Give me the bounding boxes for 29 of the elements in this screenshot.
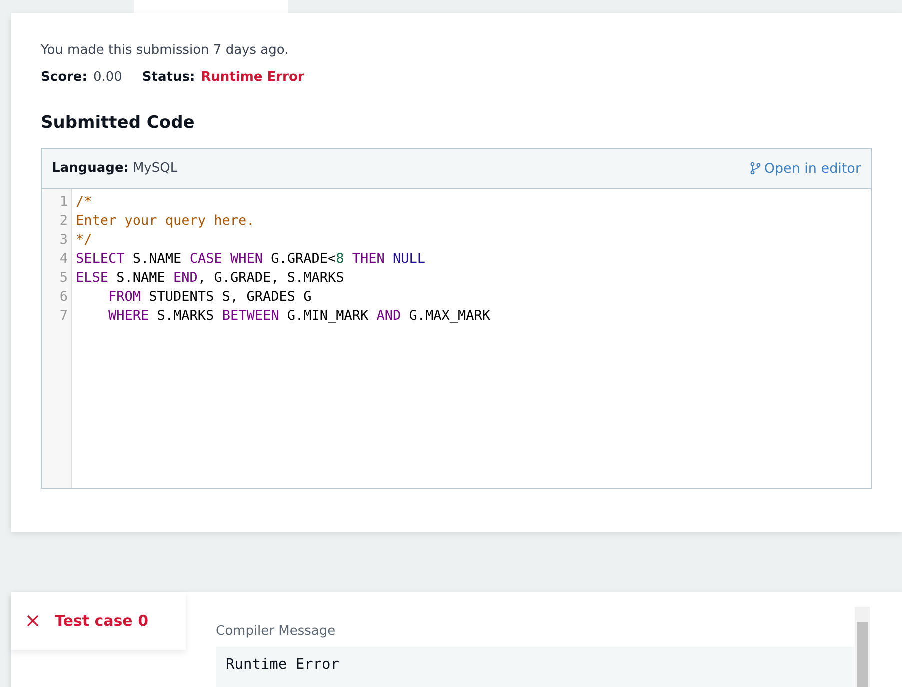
line-number: 7	[58, 307, 69, 326]
status-value: Runtime Error	[201, 70, 304, 85]
status-label: Status:	[142, 70, 196, 85]
line-number: 6	[58, 288, 69, 307]
section-title: Submitted Code	[41, 113, 196, 133]
submission-date-text: You made this submission 7 days ago.	[41, 43, 290, 58]
line-number: 2	[58, 212, 69, 231]
code-line: ELSE S.NAME END, G.GRADE, S.MARKS	[76, 269, 346, 288]
score-label: Score:	[41, 70, 88, 85]
line-number: 3	[58, 231, 69, 250]
open-in-editor-link[interactable]: Open in editor	[750, 160, 861, 176]
language-label: Language:	[52, 161, 129, 176]
compiler-message-output: Runtime Error	[216, 647, 854, 687]
line-number: 4	[58, 250, 69, 269]
code-line: Enter your query here.	[76, 212, 256, 231]
code-line: /*	[76, 193, 94, 212]
line-number: 5	[58, 269, 69, 288]
language-value: MySQL	[132, 161, 178, 176]
cross-icon	[27, 615, 39, 627]
code-line: WHERE S.MARKS BETWEEN G.MIN_MARK AND G.MAX_MARK	[108, 307, 491, 326]
branch-icon	[750, 162, 762, 175]
scrollbar[interactable]	[855, 607, 870, 687]
test-case-tab[interactable]: Test case 0	[11, 592, 186, 650]
compiler-message-label: Compiler Message	[216, 624, 337, 639]
score-value: 0.00	[93, 70, 122, 85]
code-line: */	[76, 231, 94, 250]
code-line: FROM STUDENTS S, GRADES G	[108, 288, 313, 307]
line-number: 1	[58, 193, 69, 212]
code-line: SELECT S.NAME CASE WHEN G.GRADE<8 THEN NULL	[76, 250, 427, 269]
